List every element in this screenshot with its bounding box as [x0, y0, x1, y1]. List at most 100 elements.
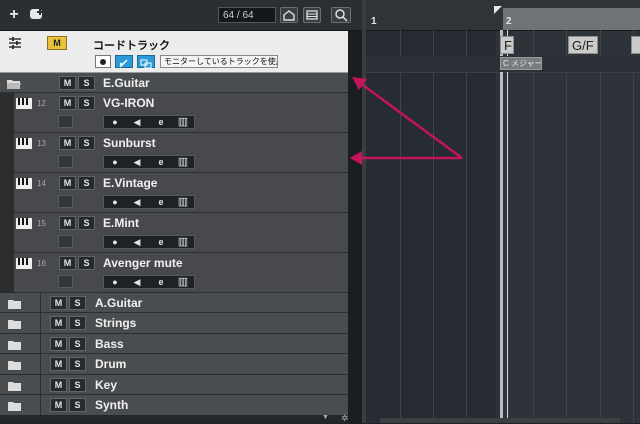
track-name: A.Guitar	[95, 296, 143, 310]
instrument-track-16[interactable]: 16 M S Avenger mute ● ◀ e ▥	[0, 253, 348, 293]
track-edit-slot[interactable]	[58, 115, 73, 128]
mute-button[interactable]: M	[50, 378, 67, 392]
mute-button[interactable]: M	[50, 337, 67, 351]
track-edit-slot[interactable]	[58, 235, 73, 248]
mute-button[interactable]: M	[50, 357, 67, 371]
record-enable-button[interactable]	[95, 55, 111, 68]
solo-button[interactable]: S	[69, 357, 86, 371]
folder-track-a-guitar[interactable]: M S A.Guitar	[0, 293, 348, 313]
record-enable-icon[interactable]: ●	[108, 236, 122, 248]
folder-track-drum[interactable]: M S Drum	[0, 354, 348, 375]
solo-button[interactable]: S	[69, 316, 86, 330]
solo-button[interactable]: S	[78, 176, 95, 190]
solo-button[interactable]: S	[78, 216, 95, 230]
keyboard-icon	[15, 97, 33, 115]
monitor-speaker-icon[interactable]: ◀	[130, 196, 144, 208]
add-track-menu-icon[interactable]	[28, 6, 48, 24]
chord-event[interactable]: G/F	[568, 36, 598, 54]
scroll-down-icon[interactable]: ▼	[322, 414, 329, 421]
solo-button[interactable]: S	[69, 398, 86, 412]
midi-keys-icon[interactable]: ▥	[176, 196, 190, 208]
track-edit-slot[interactable]	[58, 155, 73, 168]
follow-chord-button[interactable]	[137, 55, 155, 69]
chord-event-partial[interactable]	[631, 36, 640, 54]
mute-button[interactable]: M	[59, 96, 76, 110]
record-enable-icon[interactable]: ●	[108, 156, 122, 168]
arrow-line	[355, 78, 463, 160]
locator-marker-icon[interactable]	[494, 6, 502, 14]
track-number: 13	[37, 139, 46, 148]
edit-instrument-icon[interactable]: e	[154, 196, 168, 208]
mute-button[interactable]: M	[59, 176, 76, 190]
mute-button[interactable]: M	[59, 136, 76, 150]
solo-button[interactable]: S	[78, 76, 95, 90]
chord-mute-button[interactable]: M	[47, 36, 67, 50]
mute-button[interactable]: M	[59, 76, 76, 90]
scale-event[interactable]: C メジャー	[500, 57, 542, 70]
use-monitored-track-button[interactable]: モニターしているトラックを使用	[160, 55, 278, 68]
chord-event[interactable]: F	[500, 36, 514, 54]
mute-button[interactable]: M	[50, 398, 67, 412]
project-cursor[interactable]	[507, 30, 508, 423]
folder-indent	[0, 133, 14, 173]
mute-button[interactable]: M	[50, 296, 67, 310]
track-edit-slot[interactable]	[58, 275, 73, 288]
track-count: 64 / 64	[218, 7, 276, 23]
folder-track-e-guitar[interactable]: M S E.Guitar	[0, 73, 348, 93]
monitor-speaker-icon[interactable]: ◀	[130, 156, 144, 168]
folder-header-cell	[0, 375, 41, 395]
cycle-range[interactable]	[503, 8, 640, 30]
track-name: Sunburst	[103, 136, 156, 150]
solo-button[interactable]: S	[69, 296, 86, 310]
search-icon[interactable]	[331, 7, 351, 23]
folder-track-strings[interactable]: M S Strings	[0, 313, 348, 334]
bar-line	[500, 30, 503, 423]
folder-header-cell	[0, 313, 41, 334]
midi-keys-icon[interactable]: ▥	[176, 276, 190, 288]
solo-button[interactable]: S	[78, 136, 95, 150]
edit-instrument-icon[interactable]: e	[154, 276, 168, 288]
folder-track-synth[interactable]: M S Synth	[0, 395, 348, 415]
mute-button[interactable]: M	[50, 316, 67, 330]
folder-track-key[interactable]: M S Key	[0, 375, 348, 395]
list-icon[interactable]	[303, 7, 321, 23]
track-name: Drum	[95, 357, 127, 371]
monitor-speaker-icon[interactable]: ◀	[130, 276, 144, 288]
solo-button[interactable]: S	[78, 96, 95, 110]
mute-button[interactable]: M	[59, 216, 76, 230]
edit-instrument-icon[interactable]: e	[154, 116, 168, 128]
acoustic-feedback-button[interactable]	[115, 55, 133, 68]
mute-button[interactable]: M	[59, 256, 76, 270]
edit-instrument-icon[interactable]: e	[154, 156, 168, 168]
add-track-icon[interactable]: +	[6, 6, 22, 24]
midi-keys-icon[interactable]: ▥	[176, 116, 190, 128]
track-name: Strings	[95, 316, 137, 330]
solo-button[interactable]: S	[78, 256, 95, 270]
track-controls: ● ◀ e ▥	[103, 275, 195, 289]
record-enable-icon[interactable]: ●	[108, 276, 122, 288]
folder-track-bass[interactable]: M S Bass	[0, 334, 348, 354]
solo-button[interactable]: S	[69, 337, 86, 351]
project-toolbar: + 64 / 64	[0, 0, 362, 31]
record-enable-icon[interactable]: ●	[108, 116, 122, 128]
horizontal-scrollbar[interactable]	[380, 418, 620, 423]
record-enable-icon[interactable]: ●	[108, 196, 122, 208]
home-icon[interactable]	[280, 7, 298, 23]
edit-instrument-icon[interactable]: e	[154, 236, 168, 248]
instrument-track-13[interactable]: 13 M S Sunburst ● ◀ e ▥	[0, 133, 348, 173]
chord-track-row[interactable]: M コードトラック モニターしているトラックを使用	[0, 31, 348, 73]
keyboard-icon	[15, 177, 33, 195]
track-edit-slot[interactable]	[58, 195, 73, 208]
instrument-track-15[interactable]: 15 M S E.Mint ● ◀ e ▥	[0, 213, 348, 253]
instrument-track-14[interactable]: 14 M S E.Vintage ● ◀ e ▥	[0, 173, 348, 213]
midi-keys-icon[interactable]: ▥	[176, 156, 190, 168]
monitor-speaker-icon[interactable]: ◀	[130, 236, 144, 248]
arrow-head-icon	[350, 151, 362, 165]
instrument-track-12[interactable]: 12 M S VG-IRON ● ◀ e ▥	[0, 93, 348, 133]
midi-keys-icon[interactable]: ▥	[176, 236, 190, 248]
timeline-ruler[interactable]: 1 2	[366, 0, 640, 31]
monitor-speaker-icon[interactable]: ◀	[130, 116, 144, 128]
chord-symbol-icon	[140, 59, 152, 69]
track-controls: ● ◀ e ▥	[103, 155, 195, 169]
solo-button[interactable]: S	[69, 378, 86, 392]
